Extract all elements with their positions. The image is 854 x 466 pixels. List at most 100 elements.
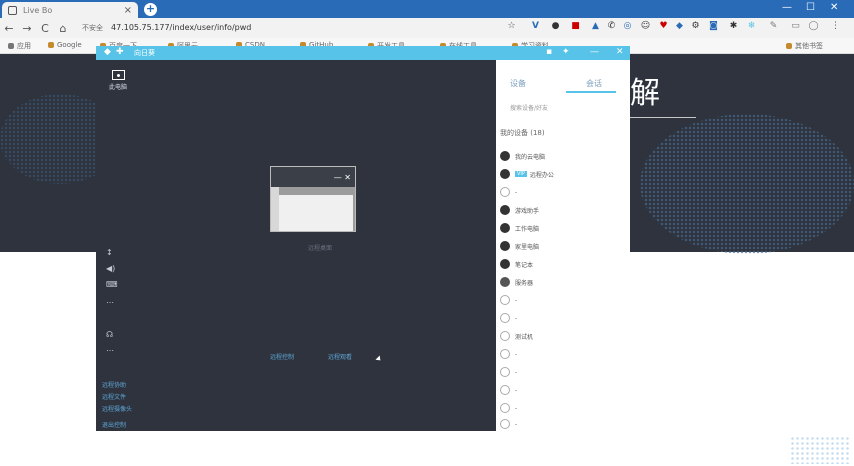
list-item[interactable]: -: [500, 186, 517, 198]
bookmark-item[interactable]: 应用: [8, 41, 31, 51]
banner-divider: [630, 117, 696, 118]
remote-back-icon[interactable]: ◆: [104, 47, 111, 57]
screen: Live Bo × + — ☐ ✕ ← → C ⌂ 不安全 47.105.75.…: [0, 0, 854, 466]
extension-folder-icon[interactable]: ▭: [790, 21, 801, 32]
window-minimize-button[interactable]: —: [782, 2, 792, 13]
device-icon: [500, 403, 510, 413]
remote-window-titlebar: ◆ ✚ 向日葵 ▪ ✦ — ✕: [96, 46, 630, 60]
thumbnail-body: [279, 195, 353, 231]
extension-shield-icon[interactable]: ◆: [674, 21, 685, 32]
speaker-icon[interactable]: ◀): [106, 264, 115, 273]
work-avatar-icon: [500, 223, 510, 233]
list-item[interactable]: 服务器: [500, 276, 533, 288]
device-icon: [500, 349, 510, 359]
extension-face-icon[interactable]: ☺: [640, 21, 651, 32]
keyboard-icon[interactable]: ⌨: [106, 280, 118, 289]
remote-pin-icon[interactable]: ✦: [562, 47, 570, 57]
bookmark-star-icon[interactable]: ☆: [506, 21, 517, 32]
tab-title: Live Bo: [23, 5, 53, 15]
bookmark-item[interactable]: Google: [48, 41, 82, 49]
home-button[interactable]: ⌂: [54, 22, 72, 35]
tab-sessions[interactable]: 会话: [586, 78, 602, 89]
remote-window-title: 向日葵: [134, 49, 155, 57]
list-item[interactable]: 笔记本: [500, 258, 533, 270]
list-item[interactable]: -: [500, 402, 517, 414]
remote-arrow-icon[interactable]: ↕: [106, 248, 113, 257]
browser-tab[interactable]: Live Bo ×: [2, 2, 138, 18]
mouse-cursor-icon: [375, 355, 383, 363]
extension-phone-icon[interactable]: ✆: [606, 21, 617, 32]
tab-close-icon[interactable]: ×: [124, 5, 132, 16]
list-item[interactable]: 游戏助手: [500, 204, 539, 216]
window-maximize-button[interactable]: ☐: [806, 2, 815, 13]
remote-control-button[interactable]: 远程控制: [270, 352, 294, 361]
remote-min-button[interactable]: —: [590, 47, 599, 57]
profile-icon[interactable]: ◯: [808, 21, 819, 32]
remote-camera-link[interactable]: 远程摄像头: [102, 404, 132, 413]
list-item[interactable]: -: [500, 294, 517, 306]
desktop-icon-this-pc[interactable]: 此电脑: [106, 70, 130, 91]
server-avatar-icon: [500, 277, 510, 287]
device-icon: [500, 313, 510, 323]
laptop-avatar-icon: [500, 259, 510, 269]
new-tab-button[interactable]: +: [144, 3, 157, 16]
list-item[interactable]: 家里电脑: [500, 240, 539, 252]
home-avatar-icon: [500, 241, 510, 251]
remote-tool-icon[interactable]: ⋯: [106, 298, 114, 307]
device-search-input[interactable]: 搜索设备/好友: [502, 102, 622, 116]
device-panel: 设备 会话 搜索设备/好友 我的设备 (18) 我的云电脑 VIP 远程办公 - …: [496, 60, 630, 431]
extension-red-icon[interactable]: ■: [570, 21, 581, 32]
vip-badge: VIP: [515, 171, 527, 177]
bookmark-item[interactable]: 其他书签: [786, 41, 823, 51]
device-icon: [500, 187, 510, 197]
computer-icon: [111, 70, 125, 80]
browser-toolbar: ← → C ⌂ 不安全 47.105.75.177/index/user/inf…: [0, 18, 854, 38]
game-avatar-icon: [500, 205, 510, 215]
remote-settings-icon[interactable]: ⋯: [106, 346, 114, 355]
extension-translate-icon[interactable]: ◎: [622, 21, 633, 32]
back-button[interactable]: ←: [0, 22, 18, 35]
remote-close-button[interactable]: ✕: [616, 47, 624, 57]
dotted-corner-decoration: [790, 436, 850, 464]
remote-view-button[interactable]: 远程观看: [328, 352, 352, 361]
extension-camera-icon[interactable]: ◙: [708, 21, 719, 32]
list-item[interactable]: -: [500, 418, 517, 430]
bookmark-folder-icon: [48, 42, 54, 48]
list-item[interactable]: 测试机: [500, 330, 533, 342]
webcam-icon[interactable]: ☊: [106, 330, 113, 339]
extension-blue-icon[interactable]: ▲: [590, 21, 601, 32]
remote-assist-link[interactable]: 远程协助: [102, 380, 126, 389]
reload-button[interactable]: C: [36, 22, 54, 35]
remote-forward-icon[interactable]: ✚: [116, 47, 124, 57]
extension-leaf-icon[interactable]: ✎: [768, 21, 779, 32]
remote-files-link[interactable]: 远程文件: [102, 392, 126, 401]
extension-puzzle-icon[interactable]: ✱: [728, 21, 739, 32]
address-bar[interactable]: 不安全 47.105.75.177/index/user/info/pwd: [82, 19, 512, 36]
tab-devices[interactable]: 设备: [510, 78, 526, 89]
list-item[interactable]: -: [500, 348, 517, 360]
home-icon: [500, 169, 510, 179]
window-close-button[interactable]: ✕: [830, 2, 838, 13]
remote-minimize-icon[interactable]: ▪: [546, 47, 552, 57]
exit-control-link[interactable]: 退出控制: [102, 420, 126, 429]
dotted-wave-decoration: [640, 114, 854, 254]
extension-v-icon[interactable]: V: [530, 21, 541, 32]
thumbnail-caption: 远程桌面: [308, 245, 333, 252]
remote-thumbnail-window[interactable]: — ✕: [270, 166, 356, 232]
extension-gear-icon[interactable]: ⚙: [690, 21, 701, 32]
browser-tabstrip: Live Bo × + — ☐ ✕: [0, 0, 854, 18]
extension-heart-icon[interactable]: ♥: [658, 21, 669, 32]
list-item[interactable]: -: [500, 312, 517, 324]
list-item[interactable]: -: [500, 366, 517, 378]
person-icon: [500, 151, 510, 161]
list-item[interactable]: 工作电脑: [500, 222, 539, 234]
list-item[interactable]: VIP 远程办公: [500, 168, 554, 180]
browser-menu-icon[interactable]: ⋮: [830, 21, 841, 32]
forward-button[interactable]: →: [18, 22, 36, 35]
extension-cat-icon[interactable]: ●: [550, 21, 561, 32]
list-item[interactable]: 我的云电脑: [500, 150, 545, 162]
device-icon: [500, 295, 510, 305]
list-item[interactable]: -: [500, 384, 517, 396]
panel-tabs: 设备 会话: [496, 74, 630, 92]
extension-snowflake-icon[interactable]: ❄: [746, 21, 757, 32]
